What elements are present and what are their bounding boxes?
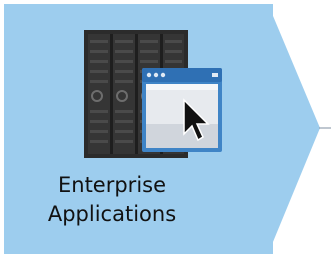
chevron-arrow (268, 4, 320, 254)
node-label-line-1: Enterprise (57, 173, 167, 197)
node-label-line-2: Applications (47, 202, 177, 226)
app-window-icon (142, 68, 222, 152)
node-label: Enterprise Applications (0, 171, 224, 229)
enterprise-applications-diagram: Enterprise Applications (0, 0, 331, 256)
server-app-icon (84, 30, 222, 158)
